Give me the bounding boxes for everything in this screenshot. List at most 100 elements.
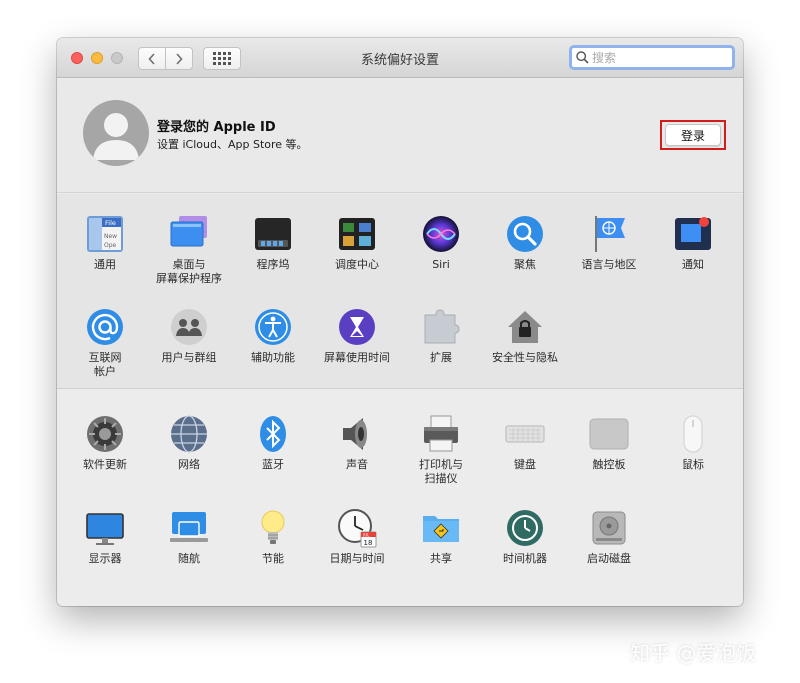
language-region-flag-icon bbox=[595, 216, 625, 252]
pane-sound[interactable]: 声音 bbox=[317, 414, 397, 472]
pane-sidecar[interactable]: 随航 bbox=[149, 508, 229, 566]
pane-label: 屏幕使用时间 bbox=[324, 351, 390, 364]
system-preferences-window: 系统偏好设置 登录您的 Apple ID 设置 iCloud、App Store… bbox=[57, 38, 743, 606]
pane-label: 网络 bbox=[178, 458, 200, 471]
pane-software-update[interactable]: 软件更新 bbox=[65, 414, 145, 472]
pane-mouse[interactable]: 鼠标 bbox=[653, 414, 733, 472]
pane-label: 互联网 帐户 bbox=[88, 351, 122, 378]
watermark: 知乎 @爱泡饭 bbox=[630, 641, 757, 665]
pane-label: 时间机器 bbox=[503, 552, 547, 565]
hard-disk-icon bbox=[592, 511, 626, 545]
pane-label: 软件更新 bbox=[83, 458, 127, 471]
pane-siri[interactable]: Siri bbox=[401, 214, 481, 272]
pane-general[interactable]: File New Ope 通用 bbox=[65, 214, 145, 272]
pane-printers-scanners[interactable]: 打印机与 扫描仪 bbox=[401, 414, 481, 486]
pane-label: Siri bbox=[432, 258, 450, 271]
pane-mission-control[interactable]: 调度中心 bbox=[317, 214, 397, 272]
clock-calendar-icon: JUL 18 bbox=[338, 509, 377, 548]
pane-label: 打印机与 扫描仪 bbox=[419, 458, 463, 485]
pane-label: 程序坞 bbox=[256, 258, 290, 271]
pane-users-groups[interactable]: 用户与群组 bbox=[149, 307, 229, 365]
siri-icon bbox=[423, 216, 459, 252]
at-sign-icon bbox=[87, 309, 123, 345]
apple-id-subtitle: 设置 iCloud、App Store 等。 bbox=[157, 138, 308, 151]
spotlight-icon bbox=[507, 216, 543, 252]
accessibility-icon bbox=[255, 309, 291, 345]
desktop-screensaver-icon bbox=[170, 216, 207, 247]
pane-bluetooth[interactable]: 蓝牙 bbox=[233, 414, 313, 472]
pane-label: 通知 bbox=[682, 258, 704, 271]
bluetooth-icon bbox=[260, 416, 286, 452]
apple-id-title: 登录您的 Apple ID bbox=[157, 120, 276, 135]
display-monitor-icon bbox=[86, 513, 124, 545]
search-field[interactable] bbox=[569, 45, 735, 70]
puzzle-piece-icon bbox=[424, 309, 460, 344]
general-icon: File New Ope bbox=[87, 216, 123, 252]
pane-label: 聚焦 bbox=[514, 258, 536, 271]
pane-extensions[interactable]: 扩展 bbox=[401, 307, 481, 365]
pane-spotlight[interactable]: 聚焦 bbox=[485, 214, 565, 272]
house-lock-icon bbox=[508, 311, 542, 343]
pane-label: 安全性与隐私 bbox=[492, 351, 558, 364]
speaker-icon bbox=[343, 418, 367, 450]
sharing-folder-icon bbox=[423, 516, 459, 542]
pane-label: 扩展 bbox=[430, 351, 452, 364]
globe-icon bbox=[171, 415, 207, 453]
avatar[interactable] bbox=[83, 100, 149, 166]
search-icon bbox=[576, 51, 589, 64]
pane-label: 鼠标 bbox=[682, 458, 704, 471]
pane-internet-accounts[interactable]: 互联网 帐户 bbox=[65, 307, 145, 379]
svg-text:New: New bbox=[104, 233, 117, 240]
user-silhouette-icon bbox=[93, 113, 139, 160]
pane-desktop-screensaver[interactable]: 桌面与 屏幕保护程序 bbox=[149, 214, 229, 286]
pane-date-time[interactable]: JUL 18 日期与时间 bbox=[317, 508, 397, 566]
pane-notifications[interactable]: 通知 bbox=[653, 214, 733, 272]
pane-screen-time[interactable]: 屏幕使用时间 bbox=[317, 307, 397, 365]
pane-label: 随航 bbox=[178, 552, 200, 565]
pane-label: 桌面与 屏幕保护程序 bbox=[156, 258, 222, 285]
pane-label: 声音 bbox=[346, 458, 368, 471]
pane-label: 节能 bbox=[262, 552, 284, 565]
login-button[interactable]: 登录 bbox=[665, 124, 721, 146]
pane-sharing[interactable]: 共享 bbox=[401, 508, 481, 566]
pane-label: 用户与群组 bbox=[161, 351, 217, 364]
keyboard-icon bbox=[505, 425, 545, 443]
trackpad-icon bbox=[589, 418, 629, 450]
pane-security-privacy[interactable]: 安全性与隐私 bbox=[485, 307, 565, 365]
pane-label: 辅助功能 bbox=[251, 351, 295, 364]
pane-time-machine[interactable]: 时间机器 bbox=[485, 508, 565, 566]
search-input[interactable] bbox=[592, 50, 722, 65]
svg-text:JUL: JUL bbox=[362, 532, 370, 537]
users-groups-icon bbox=[171, 309, 207, 345]
pane-label: 触控板 bbox=[592, 458, 626, 471]
pane-startup-disk[interactable]: 启动磁盘 bbox=[569, 508, 649, 566]
pane-label: 日期与时间 bbox=[329, 552, 385, 565]
hardware-preferences-section: 软件更新 网络 蓝牙 声音 打印机与 扫描仪 键盘 触控板 鼠标 显示器 随航 … bbox=[57, 390, 743, 606]
time-machine-icon bbox=[507, 510, 543, 546]
gear-icon bbox=[87, 416, 123, 452]
mouse-icon bbox=[683, 415, 703, 453]
pane-dock[interactable]: 程序坞 bbox=[233, 214, 313, 272]
pane-network[interactable]: 网络 bbox=[149, 414, 229, 472]
title-bar: 系统偏好设置 bbox=[57, 38, 743, 78]
sidecar-icon bbox=[170, 512, 208, 542]
dock-icon bbox=[255, 218, 291, 250]
printer-icon bbox=[424, 415, 458, 452]
pane-trackpad[interactable]: 触控板 bbox=[569, 414, 649, 472]
pane-label: 调度中心 bbox=[335, 258, 379, 271]
pane-accessibility[interactable]: 辅助功能 bbox=[233, 307, 313, 365]
pane-energy-saver[interactable]: 节能 bbox=[233, 508, 313, 566]
pane-label: 显示器 bbox=[88, 552, 122, 565]
svg-text:File: File bbox=[105, 219, 116, 227]
hourglass-icon bbox=[339, 309, 375, 345]
pane-displays[interactable]: 显示器 bbox=[65, 508, 145, 566]
pane-label: 共享 bbox=[430, 552, 452, 565]
pane-label: 键盘 bbox=[514, 458, 536, 471]
pane-language-region[interactable]: 语言与地区 bbox=[569, 214, 649, 272]
apple-id-section: 登录您的 Apple ID 设置 iCloud、App Store 等。 登录 bbox=[57, 79, 743, 193]
pane-keyboard[interactable]: 键盘 bbox=[485, 414, 565, 472]
pane-label: 语言与地区 bbox=[581, 258, 637, 271]
svg-text:Ope: Ope bbox=[104, 242, 117, 249]
pane-label: 启动磁盘 bbox=[587, 552, 631, 565]
mission-control-icon bbox=[339, 218, 375, 250]
